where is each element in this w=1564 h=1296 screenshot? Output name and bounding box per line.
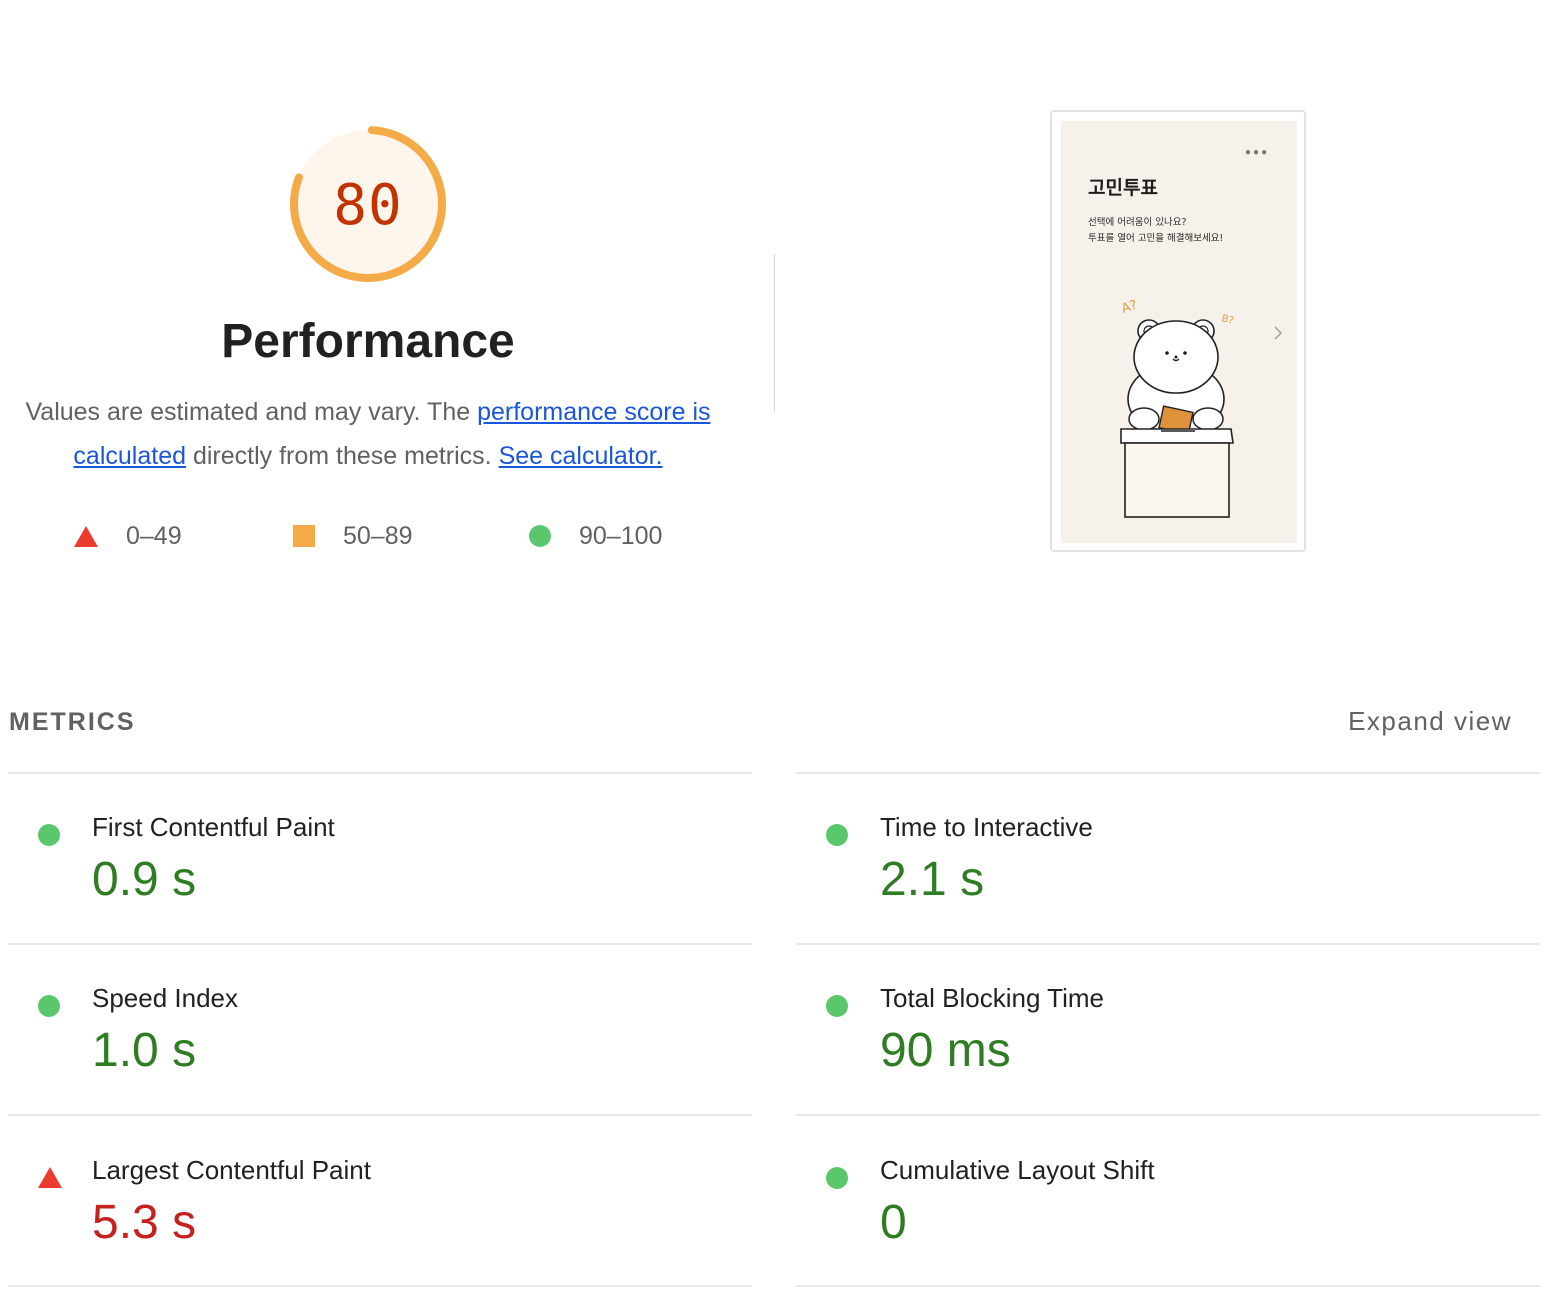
bear-illustration: A? B? [1120,298,1282,518]
pass-circle-icon [38,995,60,1017]
metric-value: 5.3 s [92,1196,197,1249]
metric-value: 1.0 s [92,1024,197,1077]
pass-circle-icon [826,1167,848,1189]
divider [796,1114,1540,1116]
fail-triangle-icon [74,525,98,547]
metric-label: Total Blocking Time [880,983,1104,1013]
legend-pass: 90–100 [529,516,662,556]
divider [8,1114,752,1116]
app-subtitle: 선택에 어려움이 있나요? 투표를 열어 고민을 해결해보세요! [1088,215,1223,247]
metric-total-blocking-time: Total Blocking Time 90 ms [796,977,1496,1107]
metric-value: 0 [880,1196,907,1249]
metric-cumulative-layout-shift: Cumulative Layout Shift 0 [796,1149,1496,1279]
app-subtitle-line1: 선택에 어려움이 있나요? [1088,217,1187,228]
fail-triangle-icon [38,1167,62,1188]
chevron-right-icon [1274,326,1282,340]
divider [8,772,752,774]
metric-largest-contentful-paint: Largest Contentful Paint 5.3 s [8,1149,708,1279]
description-text-2: directly from these metrics. [186,442,499,470]
final-screenshot[interactable]: ●●● 고민투표 선택에 어려움이 있나요? 투표를 열어 고민을 해결해보세요… [1050,110,1306,552]
metrics-header: METRICS [9,708,136,736]
label-a: A? [1120,298,1140,317]
performance-score-gauge: 80 [286,122,450,286]
score-value: 80 [333,172,403,238]
ellipsis-icon: ●●● [1245,147,1270,158]
metric-label: First Contentful Paint [92,812,335,842]
divider [796,943,1540,945]
label-b: B? [1220,313,1235,327]
legend-average: 50–89 [293,516,413,556]
pass-circle-icon [38,824,60,846]
metric-label: Time to Interactive [880,812,1093,842]
pass-circle-icon [826,824,848,846]
divider [8,1285,752,1287]
legend-average-label: 50–89 [343,521,413,550]
category-description: Values are estimated and may vary. The p… [18,390,718,478]
metric-first-contentful-paint: First Contentful Paint 0.9 s [8,806,708,936]
legend-fail-label: 0–49 [126,521,182,550]
metric-value: 0.9 s [92,853,197,906]
divider [796,1285,1540,1287]
pass-circle-icon [826,995,848,1017]
metric-label: Largest Contentful Paint [92,1155,371,1185]
description-text: Values are estimated and may vary. The [25,398,478,426]
metric-label: Cumulative Layout Shift [880,1155,1155,1185]
pass-circle-icon [529,525,551,547]
metric-speed-index: Speed Index 1.0 s [8,977,708,1107]
see-calculator-link[interactable]: See calculator. [499,442,663,470]
legend-fail: 0–49 [74,516,182,556]
category-title: Performance [221,315,515,368]
metric-value: 2.1 s [880,853,985,906]
divider [8,943,752,945]
app-subtitle-line2: 투표를 열어 고민을 해결해보세요! [1088,233,1224,244]
screenshot-content: ●●● 고민투표 선택에 어려움이 있나요? 투표를 열어 고민을 해결해보세요… [1061,121,1297,543]
metric-label: Speed Index [92,983,239,1013]
average-square-icon [293,525,315,547]
metric-value: 90 ms [880,1024,1011,1077]
expand-view-button[interactable]: Expand view [1348,706,1512,737]
divider [796,772,1540,774]
vertical-divider [774,254,775,412]
metric-time-to-interactive: Time to Interactive 2.1 s [796,806,1496,936]
legend-pass-label: 90–100 [579,521,663,550]
app-title: 고민투표 [1088,177,1158,199]
